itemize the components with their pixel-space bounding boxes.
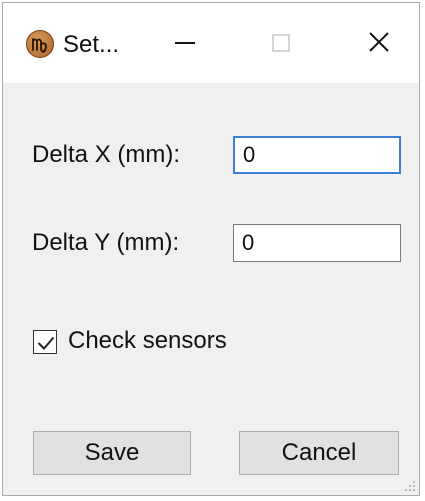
delta-y-label: Delta Y (mm): [32, 229, 180, 256]
resize-grip-icon[interactable] [402, 478, 416, 492]
maximize-button[interactable] [257, 23, 303, 63]
check-sensors-label[interactable]: Check sensors [68, 327, 227, 355]
settings-dialog: Set... Delta X (mm): Delta Y (mm): Check… [2, 2, 420, 496]
delta-x-label: Delta X (mm): [32, 141, 181, 168]
checkmark-icon [37, 336, 55, 350]
close-button[interactable] [357, 23, 403, 63]
maximize-icon [272, 34, 290, 52]
delta-x-input[interactable] [233, 136, 401, 174]
save-button[interactable]: Save [33, 431, 191, 475]
delta-y-input[interactable] [233, 224, 401, 262]
window-title: Set... [63, 31, 120, 58]
close-icon [369, 32, 389, 52]
cancel-button[interactable]: Cancel [239, 431, 399, 475]
virgo-zodiac-icon [26, 30, 54, 58]
minimize-icon [175, 42, 195, 44]
title-bar[interactable]: Set... [3, 3, 419, 83]
check-sensors-checkbox[interactable] [33, 330, 57, 354]
minimize-button[interactable] [161, 23, 207, 63]
